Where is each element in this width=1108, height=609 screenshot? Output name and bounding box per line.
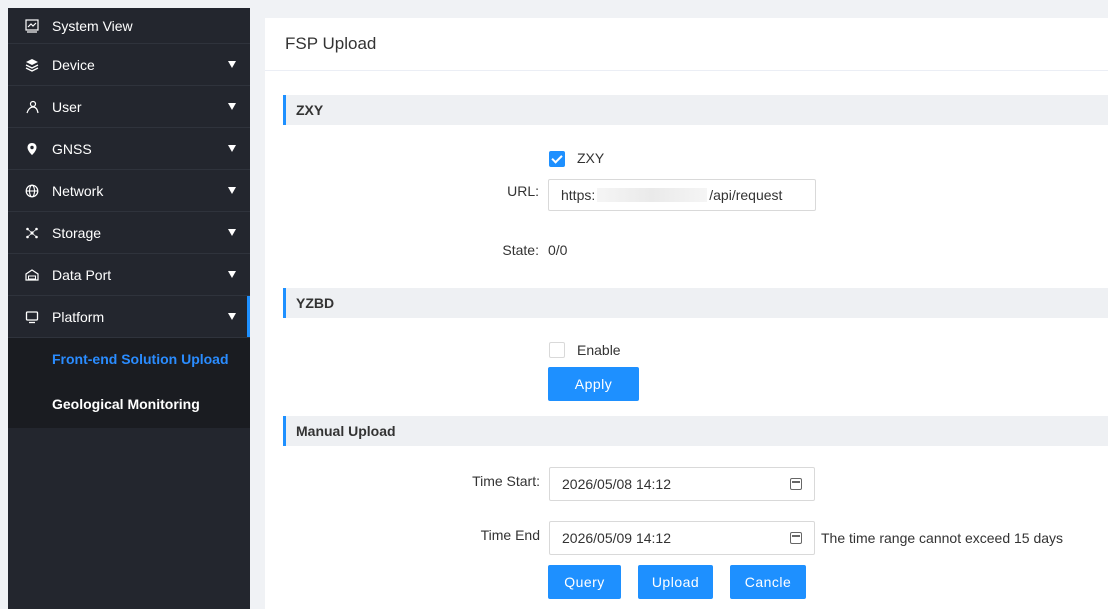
upload-button[interactable]: Upload (638, 565, 713, 599)
caret-down-icon (228, 229, 236, 236)
apply-button[interactable]: Apply (548, 367, 639, 401)
caret-down-icon (228, 313, 236, 320)
time-start-value: 2026/05/08 14:12 (562, 476, 671, 492)
calendar-icon[interactable] (790, 478, 802, 490)
globe-icon (24, 183, 40, 199)
layers-icon (24, 57, 40, 73)
platform-submenu: Front-end Solution Upload Geological Mon… (8, 338, 250, 428)
sidebar: System View Device User GNSS Network Sto… (8, 8, 250, 609)
sidebar-item-system-view[interactable]: System View (8, 8, 250, 44)
redacted-url (597, 188, 708, 202)
sidebar-item-label: System View (52, 17, 133, 34)
calendar-icon[interactable] (790, 532, 802, 544)
storage-icon (24, 225, 40, 241)
time-start-label: Time Start: (472, 473, 540, 489)
section-title: ZXY (296, 102, 324, 118)
chart-icon (24, 18, 40, 34)
user-icon (24, 99, 40, 115)
sidebar-item-platform[interactable]: Platform (8, 296, 250, 338)
sidebar-subitem-geological-monitoring[interactable]: Geological Monitoring (8, 380, 250, 428)
sidebar-item-label: GNSS (52, 140, 92, 157)
sidebar-item-storage[interactable]: Storage (8, 212, 250, 254)
zxy-checkbox-label: ZXY (577, 150, 605, 166)
sidebar-item-label: Storage (52, 224, 102, 241)
section-header-zxy: ZXY (283, 95, 1108, 125)
time-end-value: 2026/05/09 14:12 (562, 530, 671, 546)
zxy-checkbox[interactable] (549, 151, 565, 167)
time-range-hint: The time range cannot exceed 15 days (821, 530, 1064, 546)
page-title: FSP Upload (265, 18, 1108, 71)
section-title: Manual Upload (296, 423, 396, 439)
caret-down-icon (228, 271, 236, 278)
state-label: State: (502, 242, 539, 258)
sidebar-item-label: Platform (52, 308, 105, 325)
time-end-label: Time End (480, 527, 540, 543)
query-button[interactable]: Query (548, 565, 621, 599)
url-prefix: https: (561, 187, 596, 203)
data-port-icon (24, 267, 40, 283)
state-value: 0/0 (548, 242, 568, 258)
caret-down-icon (228, 145, 236, 152)
sidebar-item-network[interactable]: Network (8, 170, 250, 212)
section-title: YZBD (296, 295, 335, 311)
time-start-input[interactable]: 2026/05/08 14:12 (549, 467, 815, 501)
sidebar-item-data-port[interactable]: Data Port (8, 254, 250, 296)
caret-down-icon (228, 103, 236, 110)
sidebar-item-user[interactable]: User (8, 86, 250, 128)
section-header-manual-upload: Manual Upload (283, 416, 1108, 446)
url-label: URL: (507, 183, 539, 199)
sidebar-item-label: Network (52, 182, 104, 199)
url-suffix: /api/request (709, 187, 783, 203)
caret-down-icon (228, 187, 236, 194)
caret-down-icon (228, 61, 236, 68)
time-end-input[interactable]: 2026/05/09 14:12 (549, 521, 815, 555)
monitor-icon (24, 309, 40, 325)
sidebar-item-label: Device (52, 56, 95, 73)
main-panel: FSP Upload ZXY ZXY URL: https: /api/reque… (265, 18, 1108, 609)
cancel-button[interactable]: Cancle (730, 565, 806, 599)
sidebar-subitem-front-end-solution-upload[interactable]: Front-end Solution Upload (8, 338, 250, 380)
section-header-yzbd: YZBD (283, 288, 1108, 318)
enable-checkbox[interactable] (549, 342, 565, 358)
sidebar-item-label: User (52, 98, 82, 115)
sidebar-item-label: Data Port (52, 266, 112, 283)
url-input[interactable]: https: /api/request (548, 179, 816, 211)
sidebar-item-device[interactable]: Device (8, 44, 250, 86)
location-pin-icon (24, 141, 40, 157)
enable-checkbox-label: Enable (577, 342, 621, 358)
sidebar-item-gnss[interactable]: GNSS (8, 128, 250, 170)
